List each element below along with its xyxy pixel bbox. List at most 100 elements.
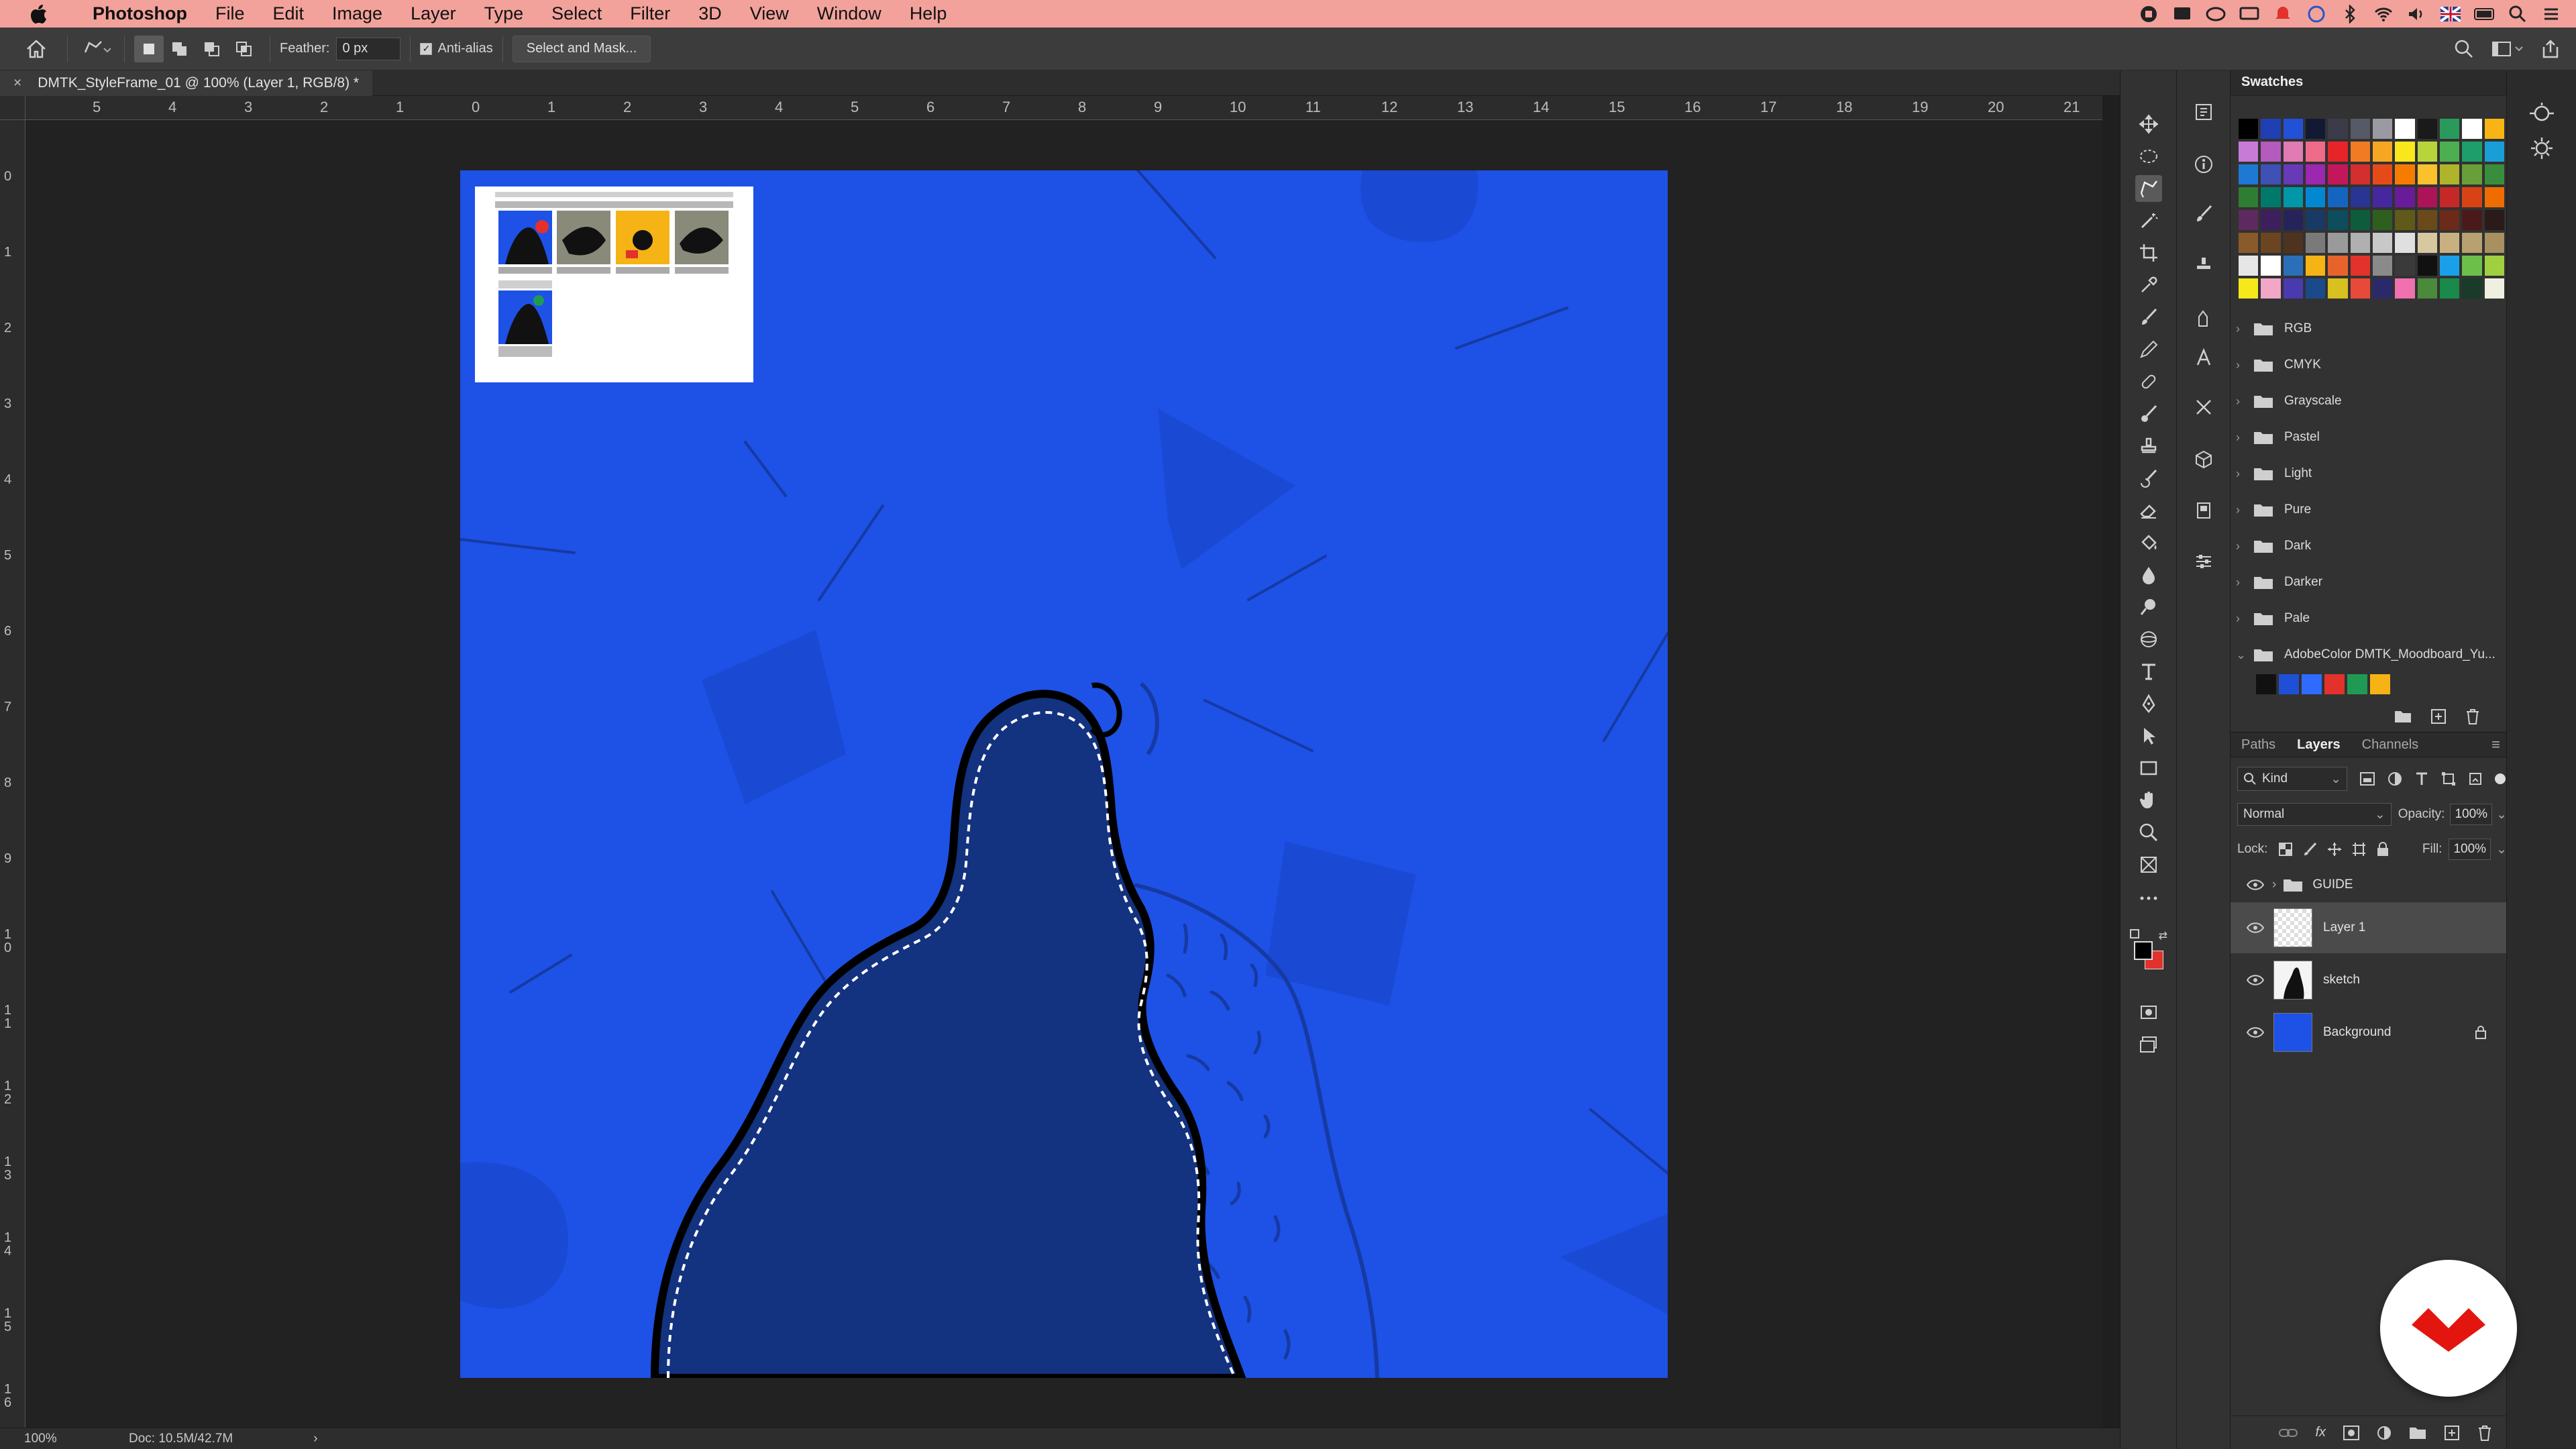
tab-channels[interactable]: Channels xyxy=(2351,737,2430,753)
color-swatches[interactable]: ⇄ xyxy=(2130,929,2167,969)
ruler-origin[interactable] xyxy=(0,96,25,120)
3d-panel-icon[interactable] xyxy=(2190,446,2217,473)
color-swatch[interactable] xyxy=(2439,164,2460,184)
swatch-folder-dark[interactable]: › Dark xyxy=(2236,528,2498,564)
color-swatch[interactable] xyxy=(2484,233,2504,253)
learn-panel-icon[interactable] xyxy=(2528,101,2555,129)
color-swatch[interactable] xyxy=(2305,187,2326,207)
share-icon[interactable] xyxy=(2541,36,2560,62)
display-icon[interactable] xyxy=(2239,5,2259,23)
swatch-folder-pastel[interactable]: › Pastel xyxy=(2236,419,2498,455)
filter-type-icon[interactable] xyxy=(2414,771,2429,786)
color-swatch[interactable] xyxy=(2417,233,2437,253)
color-swatch[interactable] xyxy=(2283,187,2303,207)
lock-icon[interactable] xyxy=(2475,1025,2487,1040)
frame-tool-icon[interactable] xyxy=(2135,851,2162,878)
layer-row-background[interactable]: Background xyxy=(2231,1007,2507,1058)
panel-menu-icon[interactable]: ≡ xyxy=(2491,736,2500,753)
color-swatch[interactable] xyxy=(2283,142,2303,162)
color-swatch[interactable] xyxy=(2261,278,2281,299)
color-swatch[interactable] xyxy=(2350,187,2370,207)
color-swatch[interactable] xyxy=(2395,233,2415,253)
menu-help[interactable]: Help xyxy=(910,3,947,24)
color-swatch[interactable] xyxy=(2256,674,2276,694)
lock-all-icon[interactable] xyxy=(2376,842,2389,857)
dodge-tool-icon[interactable] xyxy=(2135,594,2162,621)
new-group-icon[interactable] xyxy=(2394,710,2412,723)
color-swatch[interactable] xyxy=(2239,256,2259,276)
search-icon[interactable] xyxy=(2454,36,2474,62)
color-swatch[interactable] xyxy=(2305,164,2326,184)
menu-image[interactable]: Image xyxy=(332,3,382,24)
color-swatch[interactable] xyxy=(2328,210,2348,230)
color-swatch[interactable] xyxy=(2372,164,2393,184)
home-button[interactable] xyxy=(15,36,58,62)
color-swatch[interactable] xyxy=(2439,256,2460,276)
add-to-selection-icon[interactable] xyxy=(164,36,196,62)
color-swatch[interactable] xyxy=(2261,187,2281,207)
color-swatch[interactable] xyxy=(2484,119,2504,139)
pencil-tool-icon[interactable] xyxy=(2135,336,2162,363)
character-panel-icon[interactable] xyxy=(2190,344,2217,371)
swatch-folder-cmyk[interactable]: › CMYK xyxy=(2236,347,2498,383)
color-swatch[interactable] xyxy=(2417,119,2437,139)
color-swatch[interactable] xyxy=(2305,256,2326,276)
color-swatch[interactable] xyxy=(2372,278,2393,299)
color-swatch[interactable] xyxy=(2372,256,2393,276)
color-swatch[interactable] xyxy=(2417,142,2437,162)
swatch-folder-adobecolor[interactable]: ⌄ AdobeColor DMTK_Moodboard_Yu... xyxy=(2236,637,2498,673)
color-swatch[interactable] xyxy=(2439,142,2460,162)
filter-smart-object-icon[interactable] xyxy=(2468,771,2483,786)
color-swatch[interactable] xyxy=(2395,187,2415,207)
menu-layer[interactable]: Layer xyxy=(411,3,456,24)
color-swatch[interactable] xyxy=(2239,187,2259,207)
visibility-eye-icon[interactable] xyxy=(2245,1027,2265,1038)
close-tab-icon[interactable]: × xyxy=(13,75,21,91)
color-swatch[interactable] xyxy=(2239,210,2259,230)
opacity-input[interactable]: 100% xyxy=(2450,804,2493,825)
color-swatch[interactable] xyxy=(2439,278,2460,299)
feather-input[interactable]: 0 px xyxy=(336,37,401,60)
color-swatch[interactable] xyxy=(2283,210,2303,230)
libraries-icon[interactable] xyxy=(2190,497,2217,524)
color-swatch[interactable] xyxy=(2462,142,2482,162)
color-swatch[interactable] xyxy=(2305,210,2326,230)
add-mask-icon[interactable] xyxy=(2343,1425,2359,1440)
marquee-tool-icon[interactable] xyxy=(2135,143,2162,170)
color-swatch[interactable] xyxy=(2462,187,2482,207)
layer-style-fx-icon[interactable]: fx xyxy=(2315,1425,2326,1440)
color-swatch[interactable] xyxy=(2324,674,2345,694)
doc-size-info[interactable]: Doc: 10.5M/42.7M xyxy=(129,1432,233,1446)
new-swatch-icon[interactable] xyxy=(2430,708,2447,724)
filter-toggle[interactable] xyxy=(2495,773,2506,784)
color-swatch[interactable] xyxy=(2328,233,2348,253)
color-swatch[interactable] xyxy=(2462,210,2482,230)
color-swatch[interactable] xyxy=(2261,142,2281,162)
color-swatch[interactable] xyxy=(2347,674,2367,694)
adjustment-layer-icon[interactable] xyxy=(2377,1426,2392,1440)
color-swatch[interactable] xyxy=(2302,674,2322,694)
zoom-level[interactable]: 100% xyxy=(24,1432,105,1446)
menu-3d[interactable]: 3D xyxy=(698,3,722,24)
layer-row-sketch[interactable]: sketch xyxy=(2231,955,2507,1006)
lock-position-icon[interactable] xyxy=(2327,842,2341,857)
color-swatch[interactable] xyxy=(2239,119,2259,139)
paint-bucket-tool-icon[interactable] xyxy=(2135,529,2162,556)
filter-adjustment-icon[interactable] xyxy=(2387,771,2402,786)
color-swatch[interactable] xyxy=(2395,142,2415,162)
color-swatch[interactable] xyxy=(2462,164,2482,184)
color-swatch[interactable] xyxy=(2239,278,2259,299)
color-swatch[interactable] xyxy=(2239,142,2259,162)
color-swatch[interactable] xyxy=(2261,210,2281,230)
color-swatch[interactable] xyxy=(2305,233,2326,253)
color-swatch[interactable] xyxy=(2372,187,2393,207)
notification-icon[interactable] xyxy=(2273,5,2293,23)
swatch-folder-pale[interactable]: › Pale xyxy=(2236,600,2498,637)
color-swatch[interactable] xyxy=(2328,278,2348,299)
menu-window[interactable]: Window xyxy=(817,3,881,24)
flag-uk-icon[interactable] xyxy=(2440,5,2461,23)
spotlight-search-icon[interactable] xyxy=(2508,5,2528,23)
color-swatch[interactable] xyxy=(2372,119,2393,139)
menu-view[interactable]: View xyxy=(750,3,789,24)
color-swatch[interactable] xyxy=(2305,142,2326,162)
